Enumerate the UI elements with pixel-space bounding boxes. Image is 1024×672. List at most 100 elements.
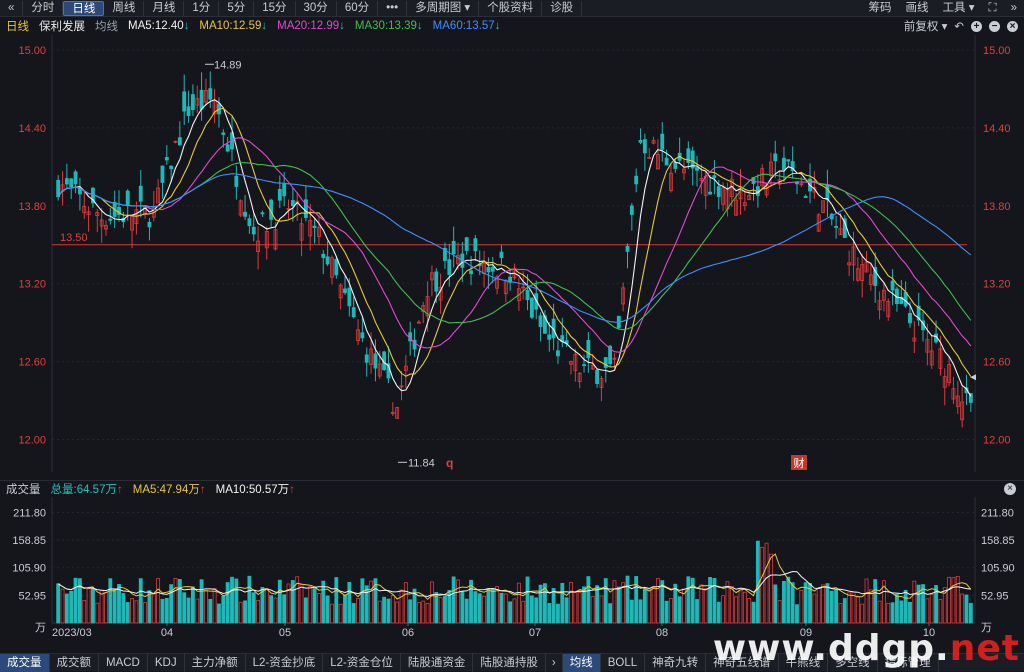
volume-bar xyxy=(642,588,647,624)
chart-grid xyxy=(51,35,976,626)
volume-bar xyxy=(364,585,369,624)
close-icon[interactable]: × xyxy=(1007,20,1018,32)
tab-main-net[interactable]: 主力净额 xyxy=(185,653,246,672)
volume-bar xyxy=(773,584,778,624)
tab-l2-position[interactable]: L2-资金仓位 xyxy=(323,653,401,672)
volume-bar xyxy=(551,588,556,624)
zoom-in-icon[interactable]: + xyxy=(971,20,982,32)
tab-monthly[interactable]: 月线 xyxy=(144,0,185,16)
volume-bar xyxy=(847,592,852,624)
adjust-dropdown[interactable]: 前复权 ▾ xyxy=(904,18,947,34)
candle-body xyxy=(164,157,169,161)
volume-bar xyxy=(716,601,721,624)
more-button[interactable]: ••• xyxy=(378,0,408,16)
candle-body xyxy=(582,364,586,366)
tab-fenshi[interactable]: 分时 xyxy=(23,0,64,16)
volume-bar xyxy=(573,592,578,624)
volume-info-bar: 成交量 总量:64.57万↑ MA5:47.94万↑ MA10:50.57万↑ … xyxy=(0,480,1024,496)
candle-body xyxy=(277,188,282,201)
tab-northbound-flow[interactable]: 陆股通资金 xyxy=(401,653,474,672)
candle-body xyxy=(225,144,230,152)
volume-bar xyxy=(134,600,139,624)
volume-bar xyxy=(108,578,113,624)
volume-bar xyxy=(343,594,347,624)
tab-15min[interactable]: 15分 xyxy=(254,0,296,16)
volume-bar xyxy=(768,553,773,624)
candle-body xyxy=(434,271,439,292)
tab-5min[interactable]: 5分 xyxy=(219,0,255,16)
candle-body xyxy=(673,162,678,169)
volume-bar xyxy=(390,595,395,624)
chevron-right-icon[interactable]: › xyxy=(546,653,563,672)
volume-bar xyxy=(669,597,673,624)
volume-bar xyxy=(625,575,630,624)
expand-icon[interactable]: ⛶ xyxy=(982,1,1004,16)
volume-bar xyxy=(647,588,652,624)
volume-bars xyxy=(56,540,973,624)
volume-bar xyxy=(586,576,591,624)
volume-bar xyxy=(243,600,247,624)
candle-body xyxy=(282,183,287,197)
candle-body xyxy=(473,238,478,252)
tab-volume[interactable]: 成交量 xyxy=(0,653,50,672)
candle-body xyxy=(138,185,143,202)
volume-bar xyxy=(782,581,786,624)
tab-daily[interactable]: 日线 xyxy=(63,0,105,16)
volume-bar xyxy=(369,580,374,624)
tab-weekly[interactable]: 周线 xyxy=(104,0,145,16)
volume-bar xyxy=(69,590,74,624)
candle-body xyxy=(664,157,669,166)
next-icon[interactable]: » xyxy=(1004,1,1024,16)
back-icon[interactable]: « xyxy=(0,0,24,16)
volume-bar xyxy=(734,596,739,624)
candle-body xyxy=(125,190,130,207)
tab-turnover[interactable]: 成交额 xyxy=(50,653,99,672)
volume-bar xyxy=(312,588,317,624)
top-toolbar: « 分时 日线 周线 月线 1分 5分 15分 30分 60分 ••• 多周期图… xyxy=(0,0,1024,17)
volume-bar xyxy=(199,579,204,624)
volume-bar xyxy=(264,588,269,624)
undo-icon[interactable]: ↶ xyxy=(954,19,964,33)
volume-bar xyxy=(603,578,608,624)
draw-line-button[interactable]: 画线 xyxy=(899,1,936,16)
volume-bar xyxy=(121,593,126,624)
volume-bar xyxy=(929,593,934,624)
diagnose-button[interactable]: 诊股 xyxy=(542,0,583,16)
price-tick-left: 13.20 xyxy=(18,279,46,291)
tab-l2-bottom[interactable]: L2-资金抄底 xyxy=(246,653,324,672)
volume-tick-right: 211.80 xyxy=(981,507,1014,519)
chart-controls: 前复权 ▾ ↶ + − × xyxy=(904,17,1018,35)
tab-magic-nine[interactable]: 神奇九转 xyxy=(645,653,707,672)
candle-body xyxy=(625,245,630,252)
tab-1min[interactable]: 1分 xyxy=(184,0,220,16)
zoom-out-icon[interactable]: − xyxy=(989,20,1000,32)
tab-kdj[interactable]: KDJ xyxy=(148,653,185,672)
tab-northbound-holding[interactable]: 陆股通持股 xyxy=(473,653,546,672)
tab-macd[interactable]: MACD xyxy=(99,653,148,672)
chip-button[interactable]: 筹码 xyxy=(862,1,899,16)
ma30-value: MA30:13.39↓ xyxy=(354,20,423,32)
close-icon[interactable]: × xyxy=(1004,483,1016,495)
price-tick-right: 12.60 xyxy=(983,357,1011,369)
ma-label[interactable]: 均线 xyxy=(95,18,118,34)
volume-bar xyxy=(356,597,360,624)
tab-ma[interactable]: 均线 xyxy=(562,653,601,672)
x-axis-label: 07 xyxy=(529,627,541,639)
volume-bar xyxy=(173,577,178,624)
multi-period-dropdown[interactable]: 多周期图 ▾ xyxy=(407,0,480,16)
volume-bar xyxy=(151,593,156,624)
tab-60min[interactable]: 60分 xyxy=(337,0,379,16)
kline-chart-area[interactable]: 15.00 15.00 14.40 14.40 13.80 13.80 13.20 13.20… xyxy=(0,35,1024,653)
candle-body xyxy=(629,205,634,215)
candle-body xyxy=(908,312,912,324)
tools-dropdown[interactable]: 工具 ▾ xyxy=(936,1,982,16)
tab-boll[interactable]: BOLL xyxy=(601,653,646,672)
volume-tick-left: 105.90 xyxy=(12,563,46,575)
volume-bar xyxy=(503,593,508,624)
candle-body xyxy=(69,178,74,188)
ma60-value: MA60:13.57↓ xyxy=(432,20,501,32)
volume-bar xyxy=(464,598,469,624)
volume-bar xyxy=(60,588,65,624)
stock-profile-button[interactable]: 个股资料 xyxy=(479,0,543,16)
tab-30min[interactable]: 30分 xyxy=(296,0,337,16)
